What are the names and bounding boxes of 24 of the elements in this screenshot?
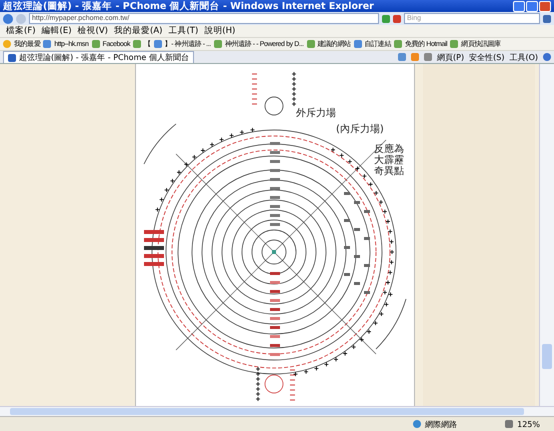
toolbar-button[interactable]: 安全性(S) — [469, 52, 504, 62]
diagram-label: (內斥力場) — [336, 124, 384, 135]
menu-item[interactable]: 說明(H) — [204, 25, 236, 37]
diagram-label: 大霹靂 — [374, 155, 404, 166]
zoom-button[interactable]: 125% — [517, 420, 540, 428]
diagram-label: 外斥力場 — [296, 108, 336, 119]
vertical-scrollbar[interactable] — [539, 64, 554, 406]
diagram-label: 奇異點 — [374, 166, 404, 177]
menu-item[interactable]: 編輯(E) — [42, 25, 72, 37]
menu-item[interactable]: 檢視(V) — [78, 25, 108, 37]
menu-item[interactable]: 檔案(F) — [6, 25, 36, 37]
zone-label: 網際網路 — [425, 418, 458, 430]
diagram-label: 反應為 — [374, 144, 404, 155]
minimize-button[interactable] — [513, 0, 525, 12]
menu-item[interactable]: 我的最愛(A) — [114, 25, 162, 37]
toolbar-button[interactable]: 工具(O) — [509, 52, 538, 62]
back-button[interactable] — [3, 14, 13, 24]
browser-tab[interactable]: 超弦理論(圖解) - 張嘉年 - PChome 個人新聞台 — [3, 51, 194, 63]
horizontal-scrollbar[interactable] — [0, 406, 554, 416]
menu-item[interactable]: 工具(T) — [168, 25, 198, 37]
maximize-button[interactable] — [526, 0, 538, 12]
close-button[interactable] — [539, 0, 551, 12]
window-title: 超弦理論(圖解) - 張嘉年 - PChome 個人新聞台 - Windows Internet Explorer — [3, 0, 374, 12]
toolbar-button[interactable]: 網頁(P) — [437, 52, 464, 62]
